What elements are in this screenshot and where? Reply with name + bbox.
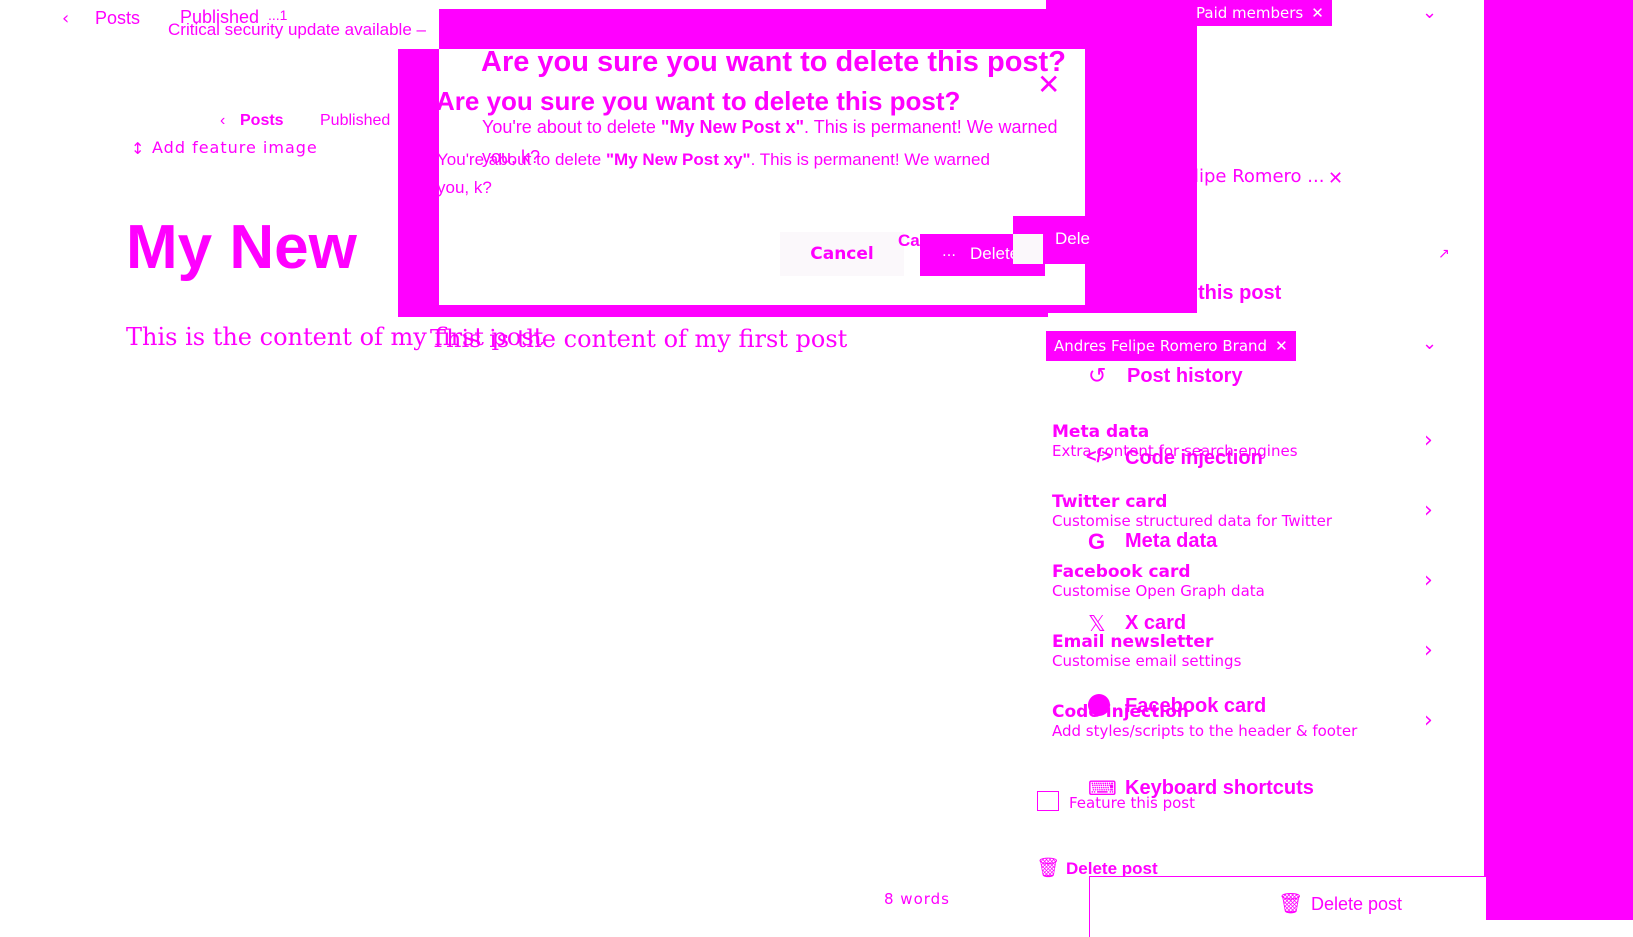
spinner-icon: … [942,244,956,260]
modal-title-back: Are you sure you want to delete this pos… [481,46,1066,78]
delete-button-label: Delete [970,244,1020,263]
chevron-left-icon[interactable]: ‹ [220,112,225,130]
trash-icon: 🗑 [1278,891,1304,915]
settings-row-title: Twitter card [1052,492,1168,512]
security-update-notice[interactable]: Critical security update available – [168,20,426,40]
feature-post-label: Feature this post [1069,794,1195,812]
post-name: "My New Post x" [660,117,805,137]
trash-icon: 🗑 [1036,857,1061,879]
settings-row-twitter-card[interactable]: Twitter card Customise structured data f… [1052,492,1332,530]
chevron-right-icon[interactable]: › [1424,498,1433,523]
settings-row-subtitle: Customise structured data for Twitter [1052,512,1333,530]
tag-author[interactable]: Andres Felipe Romero Brand ✕ [1046,331,1296,361]
resize-handle-icon[interactable]: ↗ [1438,246,1450,262]
chevron-right-icon[interactable]: › [1424,708,1433,733]
delete-ghost-label: Dele [1055,229,1090,248]
settings-row-title: Facebook card [1052,562,1191,582]
delete-post-button[interactable]: Delete post [1311,894,1402,915]
cancel-button[interactable]: Cancel [780,232,904,276]
author-chip-partial: lipe Romero ... [1194,166,1325,187]
settings-row-subtitle: Customise email settings [1052,652,1242,670]
feature-label-fragment: this post [1198,282,1282,304]
settings-row-subtitle: Customise Open Graph data [1052,582,1265,600]
post-name: "My New Post xy" [605,150,751,169]
chevron-down-icon[interactable]: ⌄ [1422,2,1437,23]
close-icon[interactable]: ✕ [1275,337,1288,355]
settings-row-email-newsletter[interactable]: Email newsletter Customise email setting… [1052,632,1241,670]
menu-meta-data[interactable]: Meta data [1125,530,1217,553]
history-icon: ↺ [1088,364,1107,389]
settings-row-code-injection[interactable]: Code injection Add styles/scripts to the… [1052,702,1357,740]
close-icon[interactable]: ✕ [1037,68,1060,101]
settings-row-facebook-card[interactable]: Facebook card Customise Open Graph data [1052,562,1265,600]
feature-post-checkbox[interactable] [1037,791,1059,811]
chevron-left-icon[interactable]: ‹ [62,8,69,29]
body-text: You're about to delete [437,150,606,169]
add-feature-image-button[interactable]: Add feature image [152,138,318,157]
post-title[interactable]: My New [126,212,357,283]
settings-row-title: Meta data [1052,422,1150,442]
body-text: . This is permanent! We warned [750,150,990,169]
settings-row-title: Code injection [1052,702,1189,722]
close-icon[interactable]: ✕ [1311,4,1324,22]
body-text: . This is permanent! We warned [804,117,1058,137]
body-text: You're about to delete [482,117,661,137]
tag-label: Andres Felipe Romero Brand [1054,337,1268,355]
google-icon: G [1088,529,1106,554]
chevron-right-icon[interactable]: › [1424,638,1433,663]
settings-row-title: Email newsletter [1052,632,1214,652]
post-content-overlay: This is the content of my first post [430,325,848,353]
modal-body-tail: you, k? [437,178,492,197]
settings-row-subtitle: Extra content for search engines [1052,442,1298,460]
modal-title: Are you sure you want to delete this pos… [436,86,961,116]
close-icon[interactable]: ✕ [1328,168,1343,189]
modal-body: You're about to delete "My New Post xy".… [437,150,990,170]
settings-row-meta-data[interactable]: Meta data Extra content for search engin… [1052,422,1298,460]
chevron-down-icon[interactable]: ⌄ [1422,333,1437,354]
tag-label: Paid members [1196,4,1304,22]
inner-post-status: Published [320,112,391,129]
modal-body-back: You're about to delete "My New Post x". … [482,117,1057,138]
chevron-right-icon[interactable]: › [1424,428,1433,453]
inner-back-to-posts-link[interactable]: Posts [240,112,284,130]
right-panel-strip [1484,0,1633,920]
word-count: 8 words [884,890,950,908]
delete-ghost-overlap [1013,234,1043,264]
cancel-button-ghost: Ca [898,231,920,250]
menu-post-history[interactable]: Post history [1127,365,1243,388]
back-to-posts-link[interactable]: Posts [95,8,140,29]
settings-row-subtitle: Add styles/scripts to the header & foote… [1052,722,1358,740]
tag-paid-members[interactable]: Paid members ✕ [1188,0,1332,26]
chevron-right-icon[interactable]: › [1424,568,1433,593]
add-image-icon: ↕ [131,139,145,158]
